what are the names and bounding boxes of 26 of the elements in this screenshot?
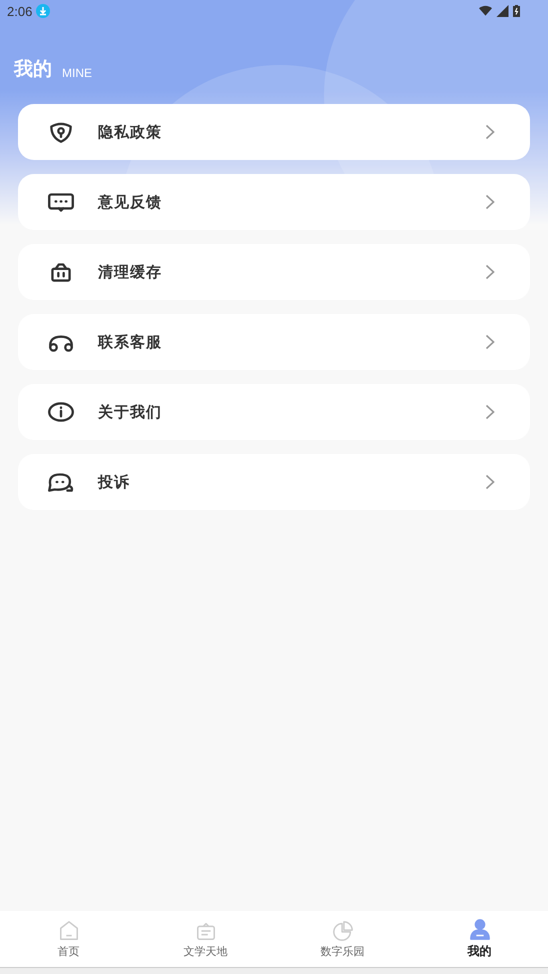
chevron-icon — [484, 404, 496, 420]
person-icon — [468, 918, 490, 940]
page-subtitle: MINE — [62, 66, 92, 82]
battery-icon — [513, 5, 520, 17]
menu-item[interactable]: 关于我们 — [18, 384, 530, 440]
menu-item[interactable]: 隐私政策 — [18, 104, 530, 160]
pie-chart-icon — [332, 920, 354, 942]
chevron-icon — [484, 124, 496, 140]
wifi-icon — [479, 5, 492, 17]
menu-item[interactable]: 联系客服 — [18, 314, 530, 370]
nav-tab[interactable]: 首页 — [0, 911, 137, 967]
chevron-icon — [484, 334, 496, 350]
status-time: 2:06 — [7, 4, 32, 18]
chevron-icon — [484, 264, 496, 280]
nav-tab[interactable]: 我的 — [411, 911, 548, 967]
chevron-icon — [484, 474, 496, 490]
download-icon — [36, 4, 50, 18]
menu-item[interactable]: 清理缓存 — [18, 244, 530, 300]
menu-item[interactable]: 意见反馈 — [18, 174, 530, 230]
menu-item[interactable]: 投诉 — [18, 454, 530, 510]
page-title: 我的 — [14, 57, 52, 82]
signal-icon — [496, 5, 509, 17]
nav-tab[interactable]: 数字乐园 — [274, 911, 411, 967]
chevron-icon — [484, 194, 496, 210]
house-icon — [58, 920, 80, 942]
nav-tab[interactable]: 文学天地 — [137, 911, 274, 967]
